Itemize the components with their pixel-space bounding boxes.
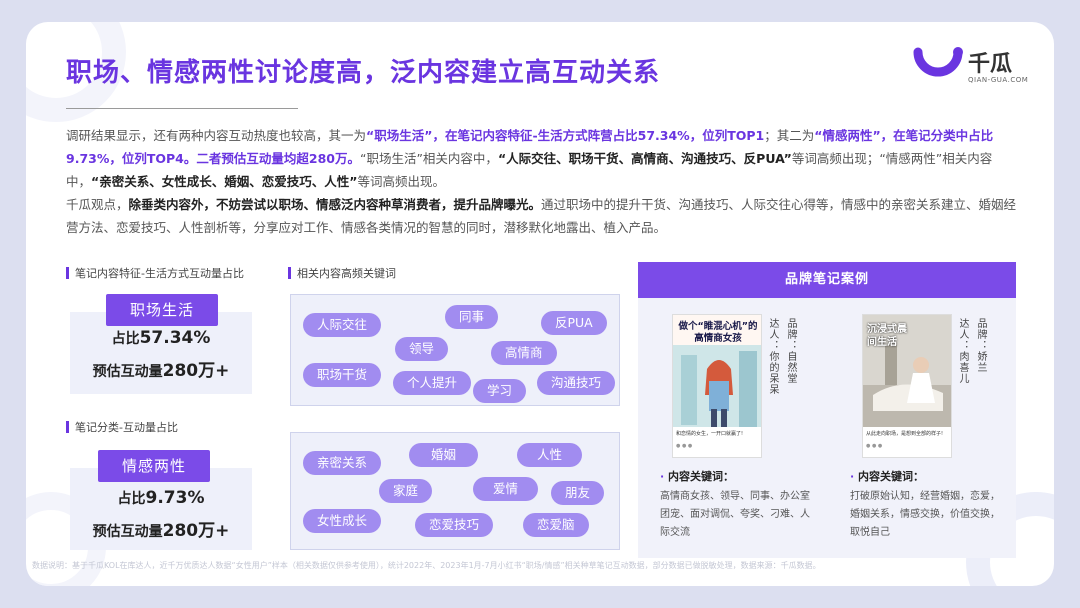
case-keyword-list: 高情商女孩、领导、同事、办公室团宠、面对调侃、夸奖、刁难、人际交流 [660, 491, 810, 538]
keyword-tag: 朋友 [551, 481, 605, 505]
note-caption: 从此走向职场，是想到全部的样子! [866, 431, 944, 437]
data-footnote: 数据说明：基于千瓜KOL在库达人，近千万优质达人数据“女性用户”样本（相关数据仅… [32, 561, 821, 570]
keyword-tag: 恋爱脑 [523, 513, 589, 537]
keyword-tag: 亲密关系 [303, 451, 382, 475]
label-bar [66, 267, 69, 279]
note-cover-image: 沉浸式晨间生活 [863, 315, 951, 427]
section-label-lifestyle: 笔记内容特征-生活方式互动量占比 [66, 265, 244, 281]
note-card[interactable]: 沉浸式晨间生活 从此走向职场，是想到全部的样子! ● ● ● [862, 314, 952, 458]
label-bar [66, 421, 69, 433]
interaction-value: 预估互动量280万+ [92, 361, 230, 381]
summary-paragraph: 调研结果显示，还有两种内容互动热度也较高，其一为“职场生活”，在笔记内容特征-生… [66, 128, 1017, 235]
brand-name: 品牌：娇兰 [975, 318, 986, 373]
influencer-name: 达人：你的呆呆 [767, 318, 778, 395]
note-card[interactable]: 做个“睢混心机”的高情商女孩 和恋情的女生，一开口就赢了! ● ● ● [672, 314, 762, 458]
section-label-keywords: 相关内容高频关键词 [288, 265, 396, 281]
cover-title: 沉浸式晨间生活 [867, 324, 907, 348]
brand-case-panel: 品牌笔记案例 做个“睢混心机”的高情商女孩 和恋情的女生，一开口就赢了! ● ●… [638, 262, 1016, 558]
keyword-tag: 职场干货 [303, 363, 382, 387]
keyword-tag: 家庭 [379, 479, 433, 503]
keyword-cloud-workplace: 人际交往 同事 反PUA 领导 高情商 职场干货 个人提升 学习 沟通技巧 [290, 294, 620, 406]
case-keyword-title: · 内容关键词： [660, 470, 735, 483]
keyword-tag: 恋爱技巧 [415, 513, 494, 537]
keyword-tag: 女性成长 [303, 509, 382, 533]
case-keyword-list: 打破原始认知，经营婚姻，恋爱，婚姻关系，情感交换，价值交换，取悦自己 [850, 491, 1000, 538]
keyword-tag: 反PUA [541, 311, 607, 335]
label-bar [288, 267, 291, 279]
title-divider [66, 108, 298, 109]
keyword-tag: 人性 [517, 443, 583, 467]
keyword-tag: 学习 [473, 379, 527, 403]
note-author-avatar: ● ● ● [676, 443, 693, 449]
category-pill-workplace: 职场生活 [106, 294, 218, 326]
section-label-category: 笔记分类-互动量占比 [66, 419, 178, 435]
keyword-tag: 爱情 [473, 477, 539, 501]
influencer-name: 达人：肉喜儿 [957, 318, 968, 384]
case-panel-header: 品牌笔记案例 [638, 262, 1016, 298]
keyword-cloud-emotion: 亲密关系 婚姻 人性 家庭 爱情 朋友 女性成长 恋爱技巧 恋爱脑 [290, 432, 620, 550]
keyword-tag: 人际交往 [303, 313, 382, 337]
logo-mark-icon [913, 47, 963, 77]
brand-name: 品牌：自然堂 [785, 318, 796, 384]
cover-title: 做个“睢混心机”的高情商女孩 [678, 321, 758, 344]
note-cover-image: 做个“睢混心机”的高情商女孩 [673, 315, 761, 427]
case-keyword-title: · 内容关键词： [850, 470, 925, 483]
category-pill-emotion: 情感两性 [98, 450, 210, 482]
keyword-tag: 领导 [395, 337, 449, 361]
share-value: 占比9.73% [117, 488, 205, 508]
keyword-tag: 个人提升 [393, 371, 472, 395]
note-caption: 和恋情的女生，一开口就赢了! [676, 431, 744, 437]
logo-subtext: QIAN-GUA.COM [968, 76, 1029, 84]
page-title: 职场、情感两性讨论度高，泛内容建立高互动关系 [66, 58, 661, 88]
logo-text: 千瓜 [968, 52, 1013, 77]
keyword-tag: 婚姻 [409, 443, 479, 467]
brand-logo: 千瓜 QIAN-GUA.COM [912, 44, 1032, 100]
keyword-tag: 同事 [445, 305, 499, 329]
note-author-avatar: ● ● ● [866, 443, 883, 449]
keyword-tag: 高情商 [491, 341, 557, 365]
share-value: 占比57.34% [111, 328, 211, 348]
keyword-tag: 沟通技巧 [537, 371, 616, 395]
slide: 职场、情感两性讨论度高，泛内容建立高互动关系 千瓜 QIAN-GUA.COM 调… [26, 22, 1054, 586]
interaction-value: 预估互动量280万+ [92, 521, 230, 541]
